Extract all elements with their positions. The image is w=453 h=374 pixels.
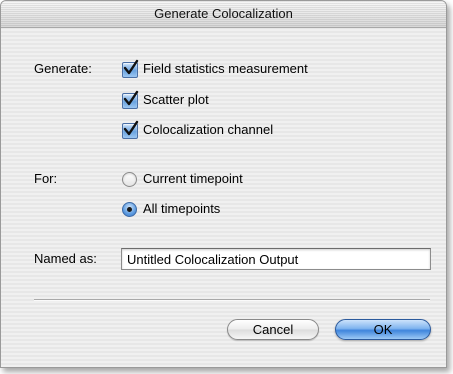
field-statistics-label[interactable]: Field statistics measurement [143, 61, 308, 77]
scatter-plot-label[interactable]: Scatter plot [143, 92, 209, 108]
cancel-button[interactable]: Cancel [227, 319, 319, 340]
for-label: For: [34, 171, 58, 186]
colocalization-channel-checkbox[interactable] [122, 120, 139, 139]
radio-dot-icon [127, 207, 132, 212]
all-timepoints-radio[interactable] [122, 202, 137, 217]
output-name-field[interactable] [121, 248, 431, 270]
scatter-plot-checkbox[interactable] [122, 90, 139, 109]
generate-label: Generate: [34, 61, 92, 76]
current-timepoint-radio[interactable] [122, 172, 137, 187]
named-as-label: Named as: [34, 251, 97, 266]
checkmark-icon [123, 90, 139, 106]
divider [34, 299, 430, 301]
ok-button[interactable]: OK [335, 319, 431, 340]
checkmark-icon [123, 120, 139, 136]
all-timepoints-label[interactable]: All timepoints [143, 201, 220, 217]
colocalization-channel-label[interactable]: Colocalization channel [143, 122, 273, 138]
title-bar[interactable]: Generate Colocalization [1, 1, 446, 28]
current-timepoint-label[interactable]: Current timepoint [143, 171, 243, 187]
field-statistics-checkbox[interactable] [122, 59, 139, 78]
dialog-window: Generate Colocalization Generate: Field … [0, 0, 447, 368]
checkmark-icon [123, 59, 139, 75]
window-title: Generate Colocalization [154, 6, 293, 21]
